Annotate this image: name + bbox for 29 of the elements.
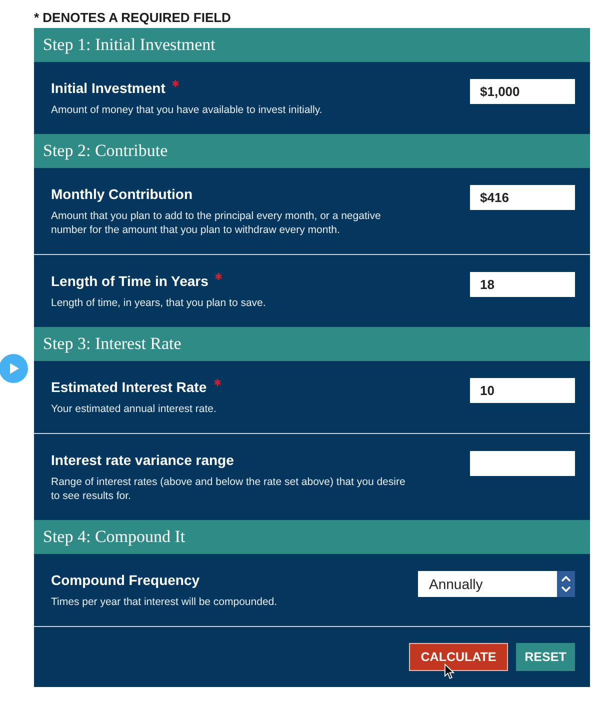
field-description: Amount of money that you have available to invest initially.	[51, 103, 322, 117]
step-header: Step 3: Interest Rate	[34, 327, 590, 361]
reset-button[interactable]: RESET	[516, 643, 575, 671]
play-icon	[10, 363, 19, 374]
mouse-pointer-icon	[444, 663, 455, 680]
up-down-chevron-icon	[557, 571, 575, 597]
field-description: Length of time, in years, that you plan to save.	[51, 296, 266, 310]
field-label: Monthly Contribution	[51, 185, 193, 204]
field-label: Interest rate variance range	[51, 451, 234, 470]
text-input[interactable]: 10	[470, 378, 575, 403]
field-description: Times per year that interest will be compounded.	[51, 595, 278, 609]
text-input[interactable]	[470, 451, 575, 476]
field-description: Your estimated annual interest rate.	[51, 402, 218, 416]
text-input[interactable]: $416	[470, 185, 575, 210]
step-header: Step 2: Contribute	[34, 134, 590, 168]
field-description: Amount that you plan to add to the principal every month, or a negative number for the amount that you plan to withdraw every month.	[51, 209, 382, 237]
play-button[interactable]	[0, 354, 28, 383]
field-label: Initial Investment	[51, 79, 166, 98]
field-label: Compound Frequency	[51, 571, 200, 590]
required-field-note: * DENOTES A REQUIRED FIELD	[34, 10, 231, 26]
text-input[interactable]: 18	[470, 272, 575, 297]
step-header: Step 4: Compound It	[34, 520, 590, 554]
field-label: Estimated Interest Rate	[51, 378, 207, 397]
field-description: Range of interest rates (above and below the rate set above) that you desire to see results for.	[51, 475, 406, 503]
text-input[interactable]: $1,000	[470, 79, 575, 104]
calculate-button[interactable]: CALCULATE	[409, 643, 508, 671]
step-header: Step 1: Initial Investment	[34, 28, 590, 62]
field-label: Length of Time in Years	[51, 272, 208, 291]
frequency-select[interactable]: Annually	[418, 571, 575, 597]
